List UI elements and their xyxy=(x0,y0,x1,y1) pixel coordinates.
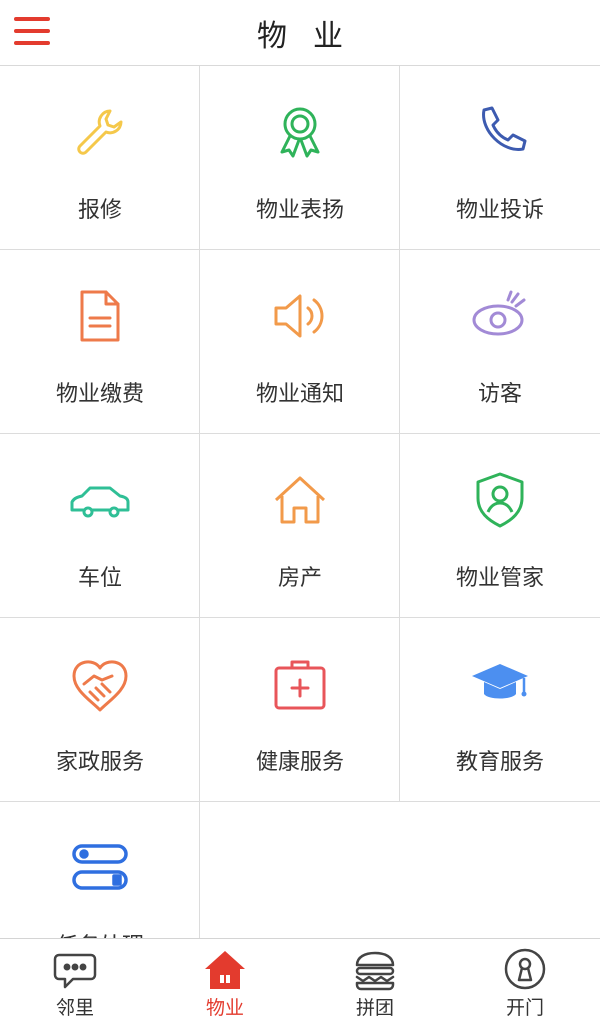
burger-icon xyxy=(353,947,397,991)
grid-item-label: 物业表扬 xyxy=(255,198,344,223)
grid-item-complaint[interactable]: 物业投诉 xyxy=(400,66,600,250)
heart-handshake-icon xyxy=(70,654,130,714)
grid-item-label: 车位 xyxy=(77,566,122,591)
keyhole-icon xyxy=(503,947,547,991)
menu-icon xyxy=(14,17,50,21)
service-grid: 报修 物业表扬 物业投诉 物业缴费 物业通知 访客 车位 房产 物业管家 家政服… xyxy=(0,66,600,938)
tab-label: 开门 xyxy=(505,997,544,1019)
grid-item-label: 教育服务 xyxy=(455,750,544,775)
car-icon xyxy=(70,470,130,530)
grid-item-notice[interactable]: 物业通知 xyxy=(200,250,400,434)
grid-item-tasks[interactable]: 任务处理 xyxy=(0,802,200,938)
app-root: 物业 报修 物业表扬 物业投诉 物业缴费 物业通知 访客 车位 房产 物业管家 … xyxy=(0,0,600,1023)
top-header: 物业 xyxy=(0,0,600,66)
tab-label: 邻里 xyxy=(55,997,94,1019)
grid-item-label: 家政服务 xyxy=(55,750,144,775)
award-ribbon-icon xyxy=(270,102,330,162)
menu-icon-bar-bottom xyxy=(14,41,50,45)
menu-icon-bar-middle xyxy=(14,29,50,33)
page-title: 物业 xyxy=(257,18,369,54)
grid-item-repair[interactable]: 报修 xyxy=(0,66,200,250)
menu-button[interactable] xyxy=(14,14,52,48)
graduation-cap-icon xyxy=(470,654,530,714)
grid-item-visitor[interactable]: 访客 xyxy=(400,250,600,434)
phone-icon xyxy=(470,102,530,162)
tab-label: 拼团 xyxy=(355,997,394,1019)
grid-item-housekeeping[interactable]: 家政服务 xyxy=(0,618,200,802)
grid-item-label: 物业通知 xyxy=(255,382,344,407)
chat-bubble-icon xyxy=(53,947,97,991)
bottom-tab-bar: 邻里 物业 拼团 开门 xyxy=(0,938,600,1023)
home-icon xyxy=(203,947,247,991)
grid-item-butler[interactable]: 物业管家 xyxy=(400,434,600,618)
tab-neighbors[interactable]: 邻里 xyxy=(0,939,150,1023)
grid-item-parking[interactable]: 车位 xyxy=(0,434,200,618)
speaker-icon xyxy=(270,286,330,346)
eye-icon xyxy=(470,286,530,346)
grid-item-health[interactable]: 健康服务 xyxy=(200,618,400,802)
medical-kit-icon xyxy=(270,654,330,714)
shield-user-icon xyxy=(470,470,530,530)
grid-item-label: 健康服务 xyxy=(255,750,344,775)
toggle-list-icon xyxy=(70,838,130,898)
tab-property[interactable]: 物业 xyxy=(150,939,300,1023)
grid-item-label: 报修 xyxy=(77,198,122,223)
wrench-icon xyxy=(70,102,130,162)
tab-group-buy[interactable]: 拼团 xyxy=(300,939,450,1023)
grid-item-label: 物业缴费 xyxy=(55,382,144,407)
tab-label: 物业 xyxy=(205,997,244,1019)
house-icon xyxy=(270,470,330,530)
grid-item-label: 任务处理 xyxy=(0,928,200,938)
grid-item-education[interactable]: 教育服务 xyxy=(400,618,600,802)
grid-item-label: 访客 xyxy=(477,382,522,407)
document-icon xyxy=(70,286,130,346)
grid-item-praise[interactable]: 物业表扬 xyxy=(200,66,400,250)
grid-item-payment[interactable]: 物业缴费 xyxy=(0,250,200,434)
grid-item-label: 物业管家 xyxy=(455,566,544,591)
grid-item-label: 房产 xyxy=(277,566,322,591)
grid-item-property[interactable]: 房产 xyxy=(200,434,400,618)
grid-item-label: 物业投诉 xyxy=(455,198,544,223)
tab-open-door[interactable]: 开门 xyxy=(450,939,600,1023)
